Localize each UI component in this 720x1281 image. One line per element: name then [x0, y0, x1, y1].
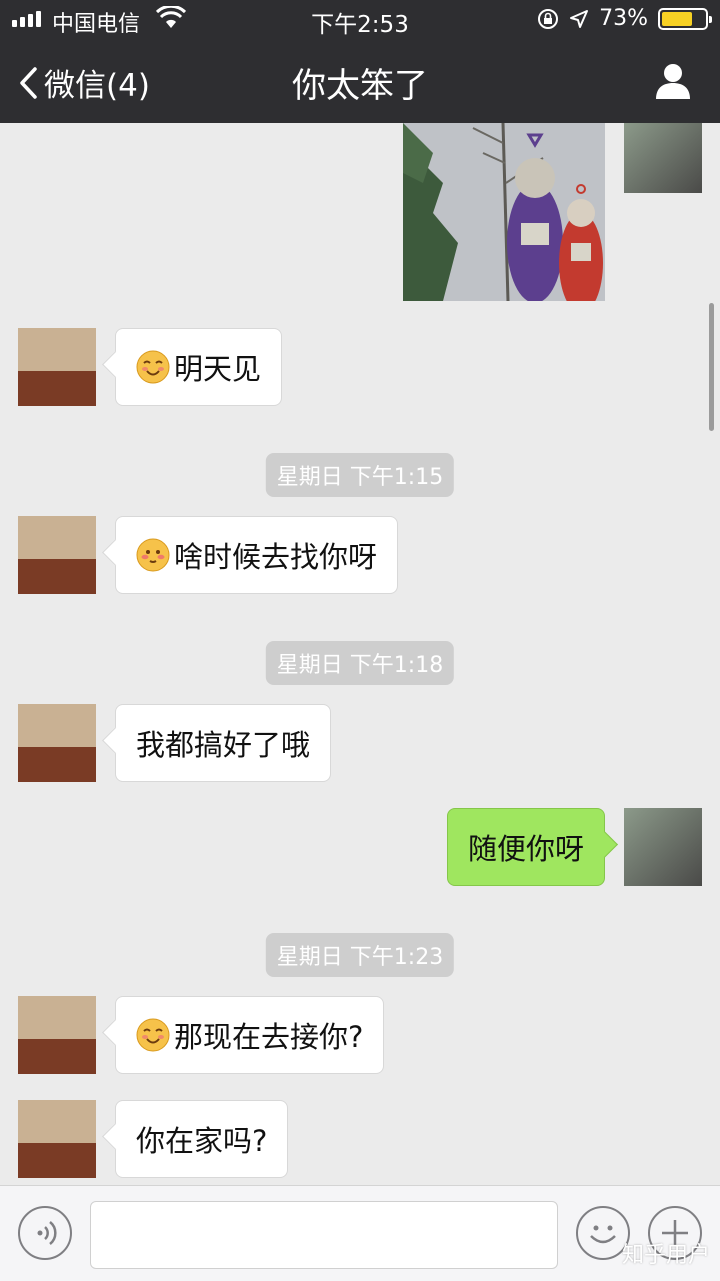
teletubbies-photo	[403, 123, 605, 301]
blushing-emoji-icon	[136, 538, 170, 572]
message-row: 那现在去接你?	[0, 996, 720, 1074]
contact-avatar[interactable]	[18, 1100, 96, 1178]
message-text: 你在家吗?	[136, 1124, 268, 1158]
message-row: 我都搞好了哦	[0, 704, 720, 782]
message-input[interactable]	[90, 1201, 558, 1269]
message-row: 随便你呀	[0, 808, 720, 886]
timestamp: 星期日 下午1:18	[265, 641, 455, 685]
received-message-bubble[interactable]: 那现在去接你?	[115, 996, 385, 1074]
received-message-bubble[interactable]: 啥时候去找你呀	[115, 516, 399, 594]
message-text: 啥时候去找你呀	[174, 540, 378, 574]
received-message-bubble[interactable]: 我都搞好了哦	[115, 704, 332, 782]
contact-avatar[interactable]	[18, 516, 96, 594]
contact-avatar[interactable]	[18, 328, 96, 406]
message-row	[0, 123, 720, 301]
message-text: 明天见	[174, 352, 262, 386]
timestamp: 星期日 下午1:23	[265, 933, 455, 977]
battery-percent: 73%	[599, 6, 648, 31]
voice-button[interactable]	[18, 1206, 72, 1260]
smiling-emoji-icon	[136, 1018, 170, 1052]
chat-title: 你太笨了	[292, 66, 428, 106]
my-avatar[interactable]	[624, 123, 702, 193]
voice-icon	[37, 1221, 57, 1245]
my-avatar[interactable]	[624, 808, 702, 886]
person-icon[interactable]	[654, 62, 692, 100]
top-bar: 中国电信 下午2:53 73% 微信(4) 你太笨了	[0, 0, 720, 123]
battery-icon	[658, 7, 712, 30]
status-bar: 中国电信 下午2:53 73%	[0, 0, 720, 40]
smiling-emoji-icon	[136, 350, 170, 384]
message-text: 我都搞好了哦	[136, 728, 311, 762]
message-row: 你在家吗?	[0, 1100, 720, 1178]
message-list[interactable]: 明天见 星期日 下午1:15 啥时候去找你呀 星期日 下午1:18 我都搞好了哦	[0, 123, 720, 1185]
contact-avatar[interactable]	[18, 704, 96, 782]
input-bar: 知乎用户	[0, 1185, 720, 1281]
sent-message-bubble[interactable]: 随便你呀	[446, 808, 605, 886]
nav-bar: 微信(4) 你太笨了	[0, 40, 720, 123]
message-row: 啥时候去找你呀	[0, 516, 720, 594]
timestamp: 星期日 下午1:15	[265, 453, 455, 497]
message-row: 明天见	[0, 328, 720, 406]
chat-screen: 中国电信 下午2:53 73% 微信(4) 你太笨了 明天见 星期日 下午1:1…	[0, 0, 720, 1281]
received-message-bubble[interactable]: 明天见	[115, 328, 283, 406]
received-message-bubble[interactable]: 你在家吗?	[115, 1100, 289, 1178]
scrollbar[interactable]	[709, 303, 714, 431]
status-right: 73%	[537, 6, 712, 31]
message-text: 那现在去接你?	[174, 1020, 364, 1054]
image-message[interactable]	[403, 123, 605, 301]
location-icon	[570, 9, 589, 28]
contact-avatar[interactable]	[18, 996, 96, 1074]
rotation-lock-icon	[538, 8, 559, 29]
watermark: 知乎用户	[621, 1243, 710, 1268]
emoji-face-icon	[590, 1225, 616, 1244]
message-text: 随便你呀	[467, 832, 584, 866]
